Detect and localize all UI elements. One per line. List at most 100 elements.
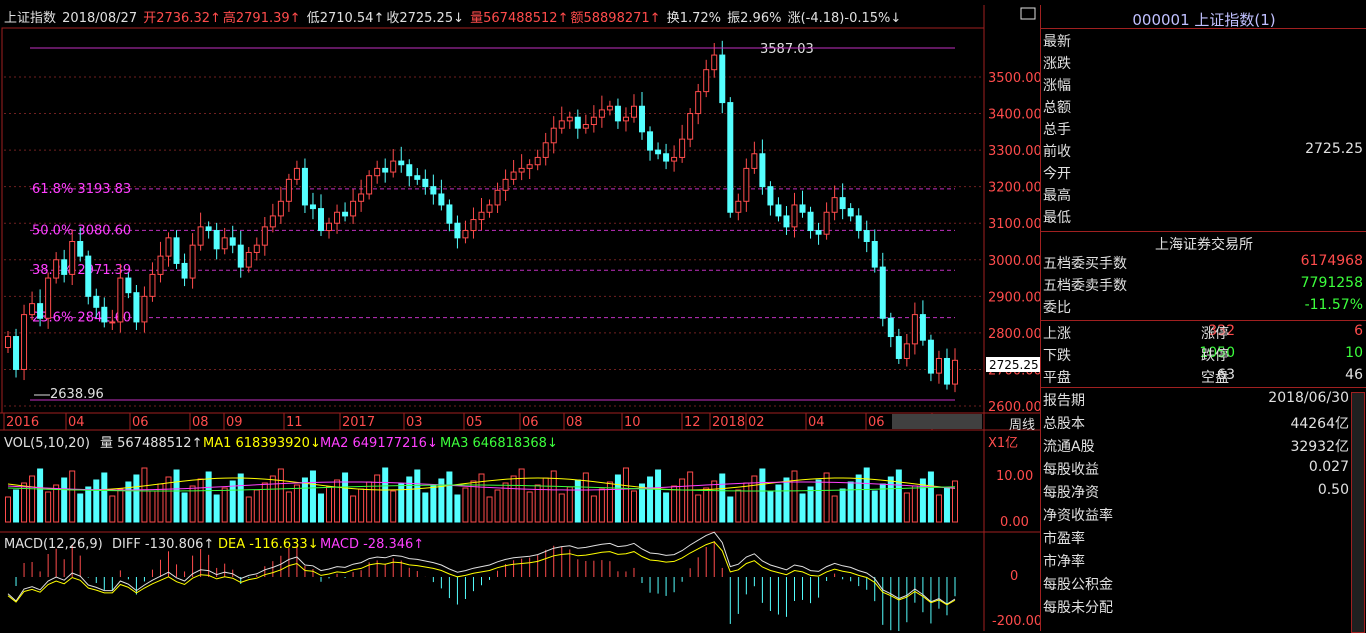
candle-body <box>630 105 637 118</box>
volume-bar <box>791 470 798 523</box>
candle-body <box>590 116 597 126</box>
candle-body <box>149 273 156 297</box>
candle-body <box>478 211 485 221</box>
candle-body <box>647 131 654 151</box>
candle-body <box>125 277 132 294</box>
time-label: 06 <box>868 415 885 430</box>
candle-body <box>903 343 910 359</box>
fundamental-row: 市净率 <box>1043 549 1349 571</box>
volume-bar <box>935 494 942 523</box>
volume-bar <box>45 491 52 523</box>
candle-body <box>109 321 116 324</box>
breadth-label: 平盘 <box>1043 370 1071 386</box>
time-label: 02 <box>748 415 765 430</box>
volume-bar <box>590 495 597 523</box>
candle-body <box>277 200 284 217</box>
candle-body <box>446 204 453 224</box>
candle-body <box>510 171 517 180</box>
volume-bar <box>647 476 654 523</box>
candle-body <box>173 237 180 264</box>
fundamental-label: 净资收益率 <box>1043 508 1113 524</box>
fundamental-row: 每股收益 0.027 <box>1043 457 1349 479</box>
candle-body <box>831 197 838 213</box>
quote-label: 最低 <box>1043 210 1071 226</box>
breadth-label: 涨停 <box>1201 326 1229 342</box>
period-week-button[interactable]: 周线 <box>1005 414 1039 433</box>
volume-bar <box>446 471 453 523</box>
volume-bar <box>759 468 766 523</box>
volume-bar <box>101 472 108 523</box>
order-row: 五档委买手数 6174968 <box>1043 251 1363 273</box>
candlestick-chart[interactable]: 61.8% 3193.83 50.0% 3080.60 38.2% 2971.39 2… <box>0 0 1040 631</box>
volume-bar <box>815 479 822 523</box>
candle-body <box>374 167 381 177</box>
fundamental-label: 流通A股 <box>1043 439 1095 455</box>
fundamental-label: 报告期 <box>1043 393 1085 409</box>
breadth-row: 平盘 63 空盘 46 <box>1043 365 1363 387</box>
volume-bars <box>5 467 958 523</box>
candle-body <box>895 336 902 359</box>
volume-bar <box>229 480 236 523</box>
vol-title: VOL(5,10,20) <box>4 436 90 451</box>
breadth-label: 空盘 <box>1201 370 1229 386</box>
vol-ma2: MA2 649177216↓ <box>320 436 438 451</box>
candle-body <box>350 200 357 217</box>
candle-body <box>406 164 413 177</box>
volume-bar <box>703 487 710 523</box>
volume-bar <box>342 472 349 523</box>
quote-row: 最低 <box>1043 205 1363 227</box>
candle-body <box>5 336 11 349</box>
volume-bar <box>614 474 621 523</box>
candle-body <box>213 230 220 250</box>
candles-group <box>5 40 958 393</box>
fib-label: 38.2% 2971.39 <box>32 263 131 278</box>
volume-bar <box>317 493 324 523</box>
macd-dea: DEA -116.633↓ <box>218 537 319 552</box>
candle-body <box>261 226 268 246</box>
candle-body <box>470 219 477 232</box>
volume-bar <box>895 469 902 523</box>
fundamental-label: 每股公积金 <box>1043 577 1113 593</box>
volume-bar <box>486 496 493 523</box>
volume-bar <box>542 477 549 523</box>
fundamental-value: 44264亿 <box>1290 416 1349 432</box>
fundamental-row: 每股公积金 <box>1043 572 1349 594</box>
volume-bar <box>783 477 790 523</box>
fundamental-label: 每股净资 <box>1043 485 1099 501</box>
window-toggle-icon[interactable] <box>1020 7 1036 20</box>
time-label: 10 <box>624 415 641 430</box>
volume-bar <box>639 483 646 523</box>
volume-bar <box>117 488 124 523</box>
time-scrollbar[interactable] <box>892 414 982 429</box>
volume-bar <box>133 474 140 523</box>
candle-body <box>927 339 934 374</box>
candle-body <box>735 200 742 213</box>
candle-body <box>462 230 469 239</box>
candle-body <box>550 127 557 144</box>
volume-bar <box>237 473 244 523</box>
candle-body <box>863 230 870 243</box>
fundamental-row: 市盈率 <box>1043 526 1349 548</box>
volume-bar <box>213 494 220 523</box>
candle-body <box>687 113 694 140</box>
volume-bar <box>719 473 726 523</box>
candle-body <box>542 142 549 158</box>
candle-body <box>639 105 646 133</box>
high-marker-label: 3587.03 <box>760 42 814 57</box>
candle-body <box>847 208 854 217</box>
breadth-value: 10 <box>1345 345 1363 361</box>
candle-body <box>181 262 188 279</box>
candle-body <box>358 193 365 202</box>
volume-bar <box>69 470 76 523</box>
candle-body <box>221 237 228 250</box>
candle-body <box>919 314 926 341</box>
volume-bar <box>37 468 44 523</box>
candle-body <box>117 277 124 323</box>
time-label: 06 <box>522 415 539 430</box>
fib-label: 50.0% 3080.60 <box>32 223 131 238</box>
candle-body <box>943 357 950 385</box>
panel-scrollbar[interactable] <box>1351 392 1365 633</box>
quote-row: 总手 <box>1043 117 1363 139</box>
candle-body <box>887 317 894 338</box>
vol-tick-0: 0.00 <box>1000 515 1029 530</box>
